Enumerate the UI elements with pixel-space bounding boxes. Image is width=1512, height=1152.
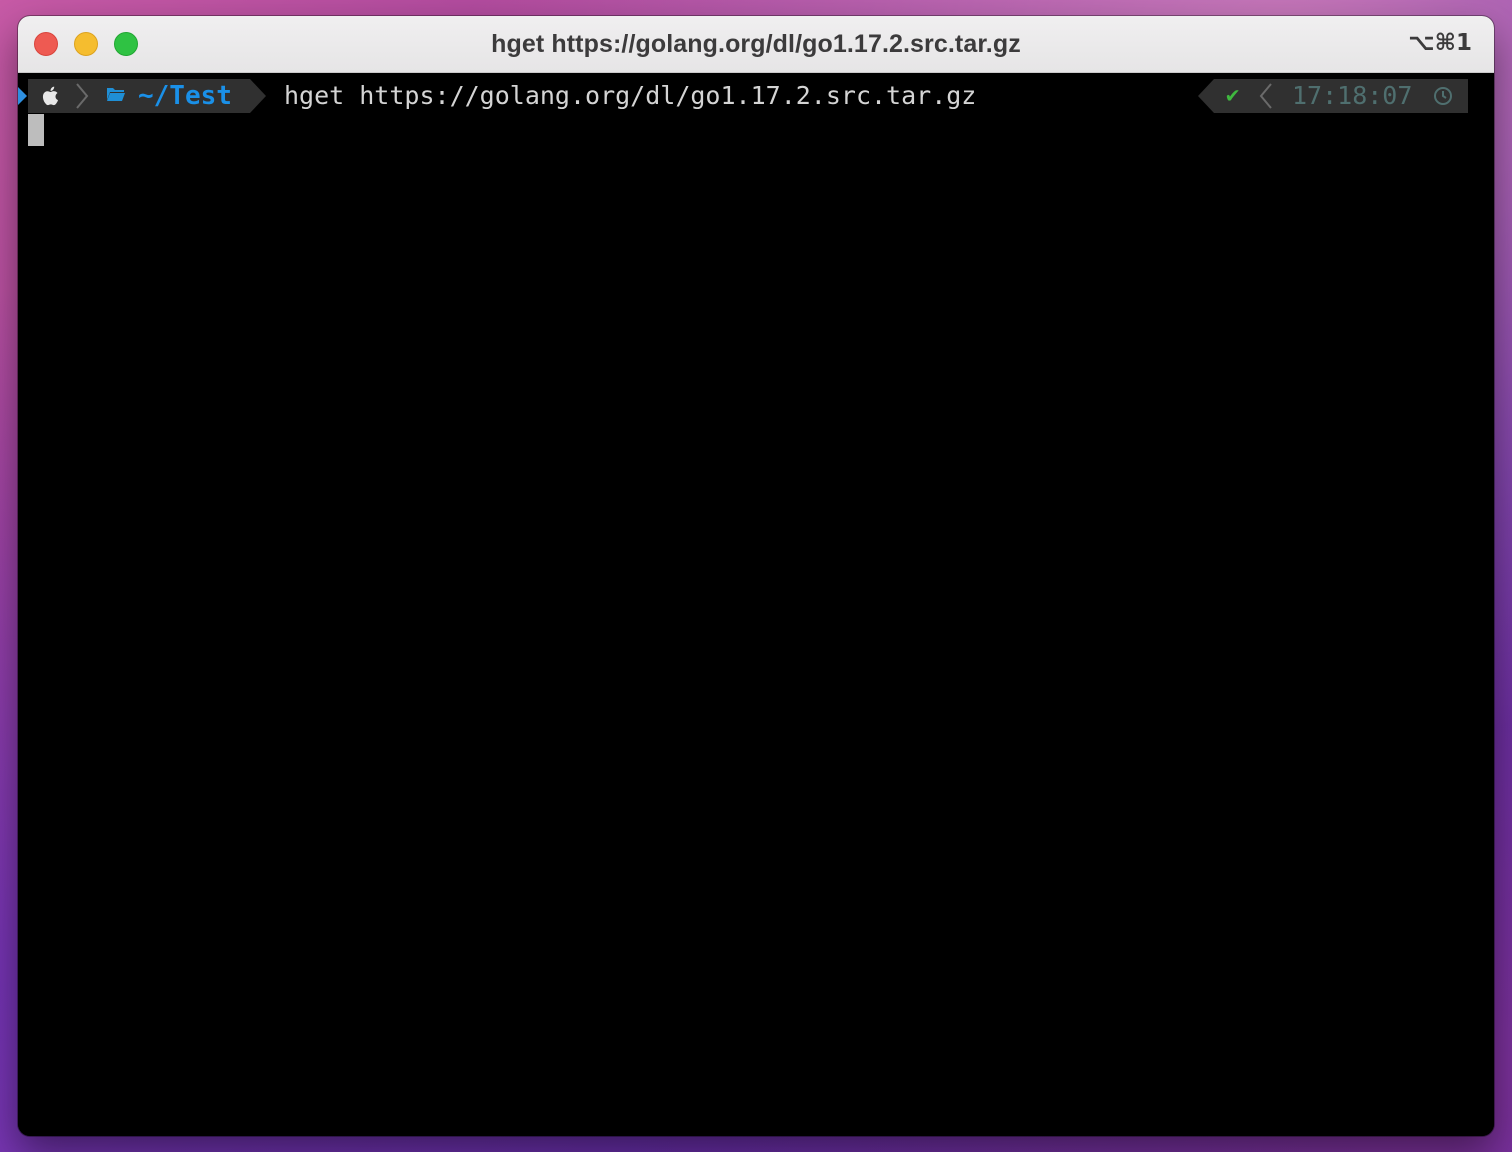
prompt-right-segment-arrow [1198,79,1214,113]
prompt-time: 17:18:07 [1292,81,1413,110]
window-shortcut: ⌥⌘1 [1408,30,1472,56]
clock-icon [1434,87,1452,105]
title-bar[interactable]: hget https://golang.org/dl/go1.17.2.src.… [18,16,1494,73]
prompt-separator-icon [76,83,89,109]
terminal-area[interactable]: ~/Test hget https://golang.org/dl/go1.17… [18,73,1494,1136]
terminal-cursor [28,114,44,146]
prompt-start-marker [18,87,27,105]
prompt-left-segment-arrow [250,79,266,113]
folder-icon [106,85,126,108]
terminal-window: hget https://golang.org/dl/go1.17.2.src.… [18,16,1494,1136]
window-title: hget https://golang.org/dl/go1.17.2.src.… [491,30,1021,58]
prompt-right-separator-icon [1259,83,1272,109]
apple-icon [40,84,62,114]
command-text: hget https://golang.org/dl/go1.17.2.src.… [284,81,977,110]
current-directory: ~/Test [138,81,232,111]
check-icon: ✔ [1226,83,1240,108]
prompt-line: ~/Test hget https://golang.org/dl/go1.17… [18,79,1494,113]
